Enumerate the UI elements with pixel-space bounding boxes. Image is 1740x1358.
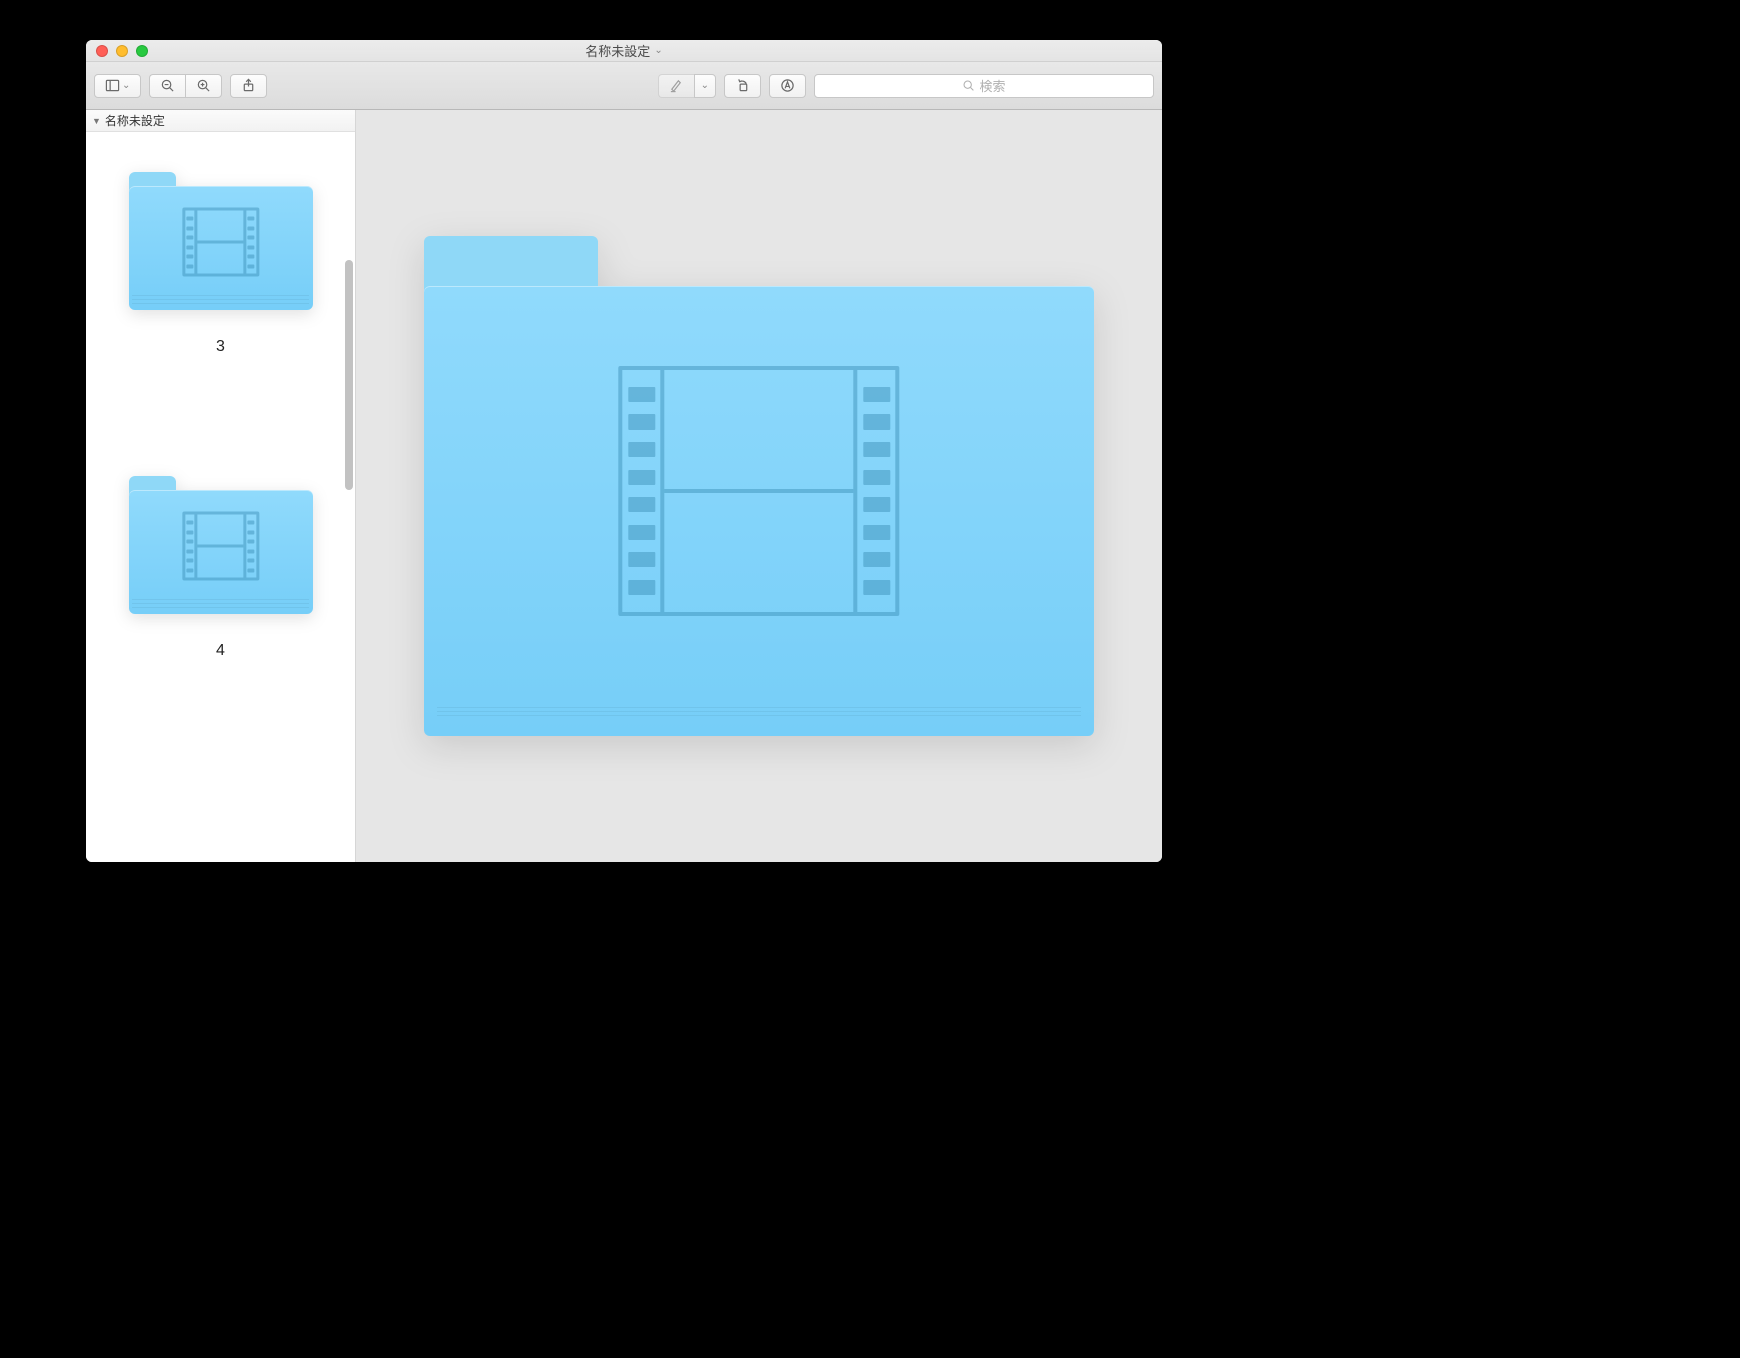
traffic-lights: [96, 45, 148, 57]
highlight-icon: [669, 78, 684, 93]
thumbnail-list[interactable]: 3 4: [86, 132, 355, 862]
search-field[interactable]: 検索: [814, 74, 1154, 98]
close-button[interactable]: [96, 45, 108, 57]
chevron-down-icon: ⌄: [701, 80, 709, 91]
markup-icon: [780, 78, 795, 93]
sidebar-toggle-button[interactable]: ⌄: [94, 74, 141, 98]
sidebar: ▼ 名称未設定 3: [86, 110, 356, 862]
toolbar: ⌄ ⌄ 検索: [86, 62, 1162, 110]
share-icon: [241, 78, 256, 93]
thumbnail-label: 3: [216, 338, 225, 356]
minimize-button[interactable]: [116, 45, 128, 57]
share-button[interactable]: [230, 74, 267, 98]
preview-window: 名称未設定 ⌄ ⌄ ⌄: [86, 40, 1162, 862]
content: ▼ 名称未設定 3: [86, 110, 1162, 862]
zoom-in-icon: [196, 78, 211, 93]
thumbnail-item[interactable]: 3: [86, 172, 355, 356]
disclosure-triangle-icon: ▼: [92, 116, 101, 126]
movies-folder-icon: [129, 476, 313, 614]
zoom-button[interactable]: [136, 45, 148, 57]
search-icon: [962, 79, 975, 92]
search-placeholder: 検索: [979, 76, 1005, 95]
markup-group: ⌄: [658, 74, 716, 98]
rotate-icon: [735, 78, 750, 93]
window-title-text: 名称未設定: [585, 41, 650, 60]
movies-folder-icon: [424, 236, 1094, 736]
zoom-out-button[interactable]: [149, 74, 185, 98]
rotate-button[interactable]: [724, 74, 761, 98]
sidebar-icon: [105, 78, 120, 93]
highlight-button[interactable]: [658, 74, 694, 98]
title-dropdown-icon: ⌄: [654, 45, 662, 56]
titlebar[interactable]: 名称未設定 ⌄: [86, 40, 1162, 62]
chevron-down-icon: ⌄: [122, 80, 130, 91]
sidebar-header[interactable]: ▼ 名称未設定: [86, 110, 355, 132]
sidebar-scrollbar[interactable]: [342, 260, 356, 490]
scrollbar-thumb[interactable]: [345, 260, 353, 490]
sidebar-title: 名称未設定: [105, 112, 165, 129]
movies-folder-icon: [129, 172, 313, 310]
preview-area[interactable]: [356, 110, 1162, 862]
zoom-out-icon: [160, 78, 175, 93]
zoom-in-button[interactable]: [185, 74, 222, 98]
zoom-group: [149, 74, 222, 98]
window-title[interactable]: 名称未設定 ⌄: [585, 41, 662, 60]
highlight-menu-button[interactable]: ⌄: [694, 74, 716, 98]
markup-toolbar-button[interactable]: [769, 74, 806, 98]
thumbnail-item[interactable]: 4: [86, 476, 355, 660]
thumbnail-label: 4: [216, 642, 225, 660]
